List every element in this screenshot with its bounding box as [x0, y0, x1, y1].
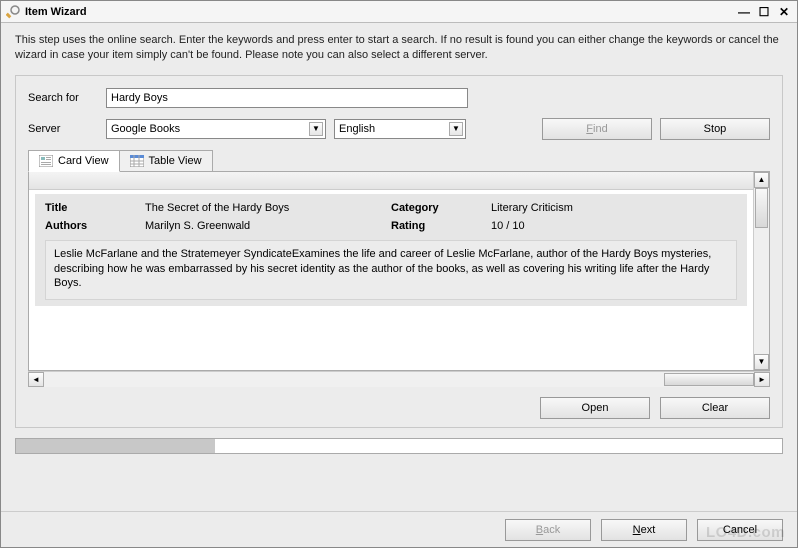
scroll-left-icon[interactable]: ◄: [28, 372, 44, 387]
card-fields: Title The Secret of the Hardy Boys Categ…: [45, 202, 737, 232]
tabs: Card View Table View: [28, 150, 770, 172]
vertical-scrollbar[interactable]: ▲ ▼: [753, 172, 769, 370]
search-row: Search for: [28, 88, 770, 108]
cancel-button[interactable]: Cancel: [697, 519, 783, 541]
wizard-footer: Back Next Cancel: [1, 511, 797, 547]
next-button[interactable]: Next: [601, 519, 687, 541]
close-button[interactable]: ✕: [775, 4, 793, 20]
result-card[interactable]: Title The Secret of the Hardy Boys Categ…: [35, 194, 747, 306]
titlebar: Item Wizard — ☐ ✕: [1, 1, 797, 23]
authors-value: Marilyn S. Greenwald: [145, 220, 391, 232]
tab-label: Card View: [58, 155, 109, 167]
scroll-down-icon[interactable]: ▼: [754, 354, 769, 370]
app-icon: [5, 4, 21, 20]
title-value: The Secret of the Hardy Boys: [145, 202, 391, 214]
server-select[interactable]: Google Books ▼: [106, 119, 326, 139]
horizontal-scrollbar[interactable]: ◄ ►: [28, 371, 770, 387]
server-label: Server: [28, 123, 98, 135]
card-view-icon: [39, 155, 53, 167]
rating-value: 10 / 10: [491, 220, 737, 232]
results-header: [29, 172, 753, 190]
chevron-down-icon: ▼: [449, 122, 463, 136]
scroll-up-icon[interactable]: ▲: [754, 172, 769, 188]
authors-label: Authors: [45, 220, 145, 232]
progress-bar: [15, 438, 783, 454]
results-content: Title The Secret of the Hardy Boys Categ…: [29, 172, 753, 370]
search-input[interactable]: [106, 88, 468, 108]
open-button[interactable]: Open: [540, 397, 650, 419]
search-label: Search for: [28, 92, 98, 104]
scroll-track[interactable]: [754, 188, 769, 354]
find-button: Find: [542, 118, 652, 140]
maximize-button[interactable]: ☐: [755, 4, 773, 20]
rating-label: Rating: [391, 220, 491, 232]
result-description: Leslie McFarlane and the Stratemeyer Syn…: [45, 240, 737, 300]
window-title: Item Wizard: [25, 6, 735, 18]
scroll-right-icon[interactable]: ►: [754, 372, 770, 387]
language-select[interactable]: English ▼: [334, 119, 466, 139]
results-area: Title The Secret of the Hardy Boys Categ…: [28, 171, 770, 371]
wizard-description: This step uses the online search. Enter …: [1, 23, 797, 69]
scroll-track[interactable]: [44, 372, 754, 387]
server-row: Server Google Books ▼ English ▼ Find Sto…: [28, 118, 770, 140]
scroll-thumb[interactable]: [755, 188, 768, 228]
minimize-button[interactable]: —: [735, 4, 753, 20]
title-label: Title: [45, 202, 145, 214]
scroll-thumb[interactable]: [664, 373, 754, 386]
back-button: Back: [505, 519, 591, 541]
chevron-down-icon: ▼: [309, 122, 323, 136]
language-value: English: [339, 123, 375, 135]
server-value: Google Books: [111, 123, 180, 135]
progress-fill: [16, 439, 215, 453]
search-panel: Search for Server Google Books ▼ English…: [15, 75, 783, 428]
category-value: Literary Criticism: [491, 202, 737, 214]
table-view-icon: [130, 155, 144, 167]
tab-label: Table View: [149, 155, 202, 167]
result-actions: Open Clear: [28, 397, 770, 419]
item-wizard-window: Item Wizard — ☐ ✕ This step uses the onl…: [0, 0, 798, 548]
tab-card-view[interactable]: Card View: [28, 150, 120, 172]
category-label: Category: [391, 202, 491, 214]
tab-table-view[interactable]: Table View: [119, 150, 213, 172]
stop-button[interactable]: Stop: [660, 118, 770, 140]
clear-button[interactable]: Clear: [660, 397, 770, 419]
window-controls: — ☐ ✕: [735, 4, 793, 20]
